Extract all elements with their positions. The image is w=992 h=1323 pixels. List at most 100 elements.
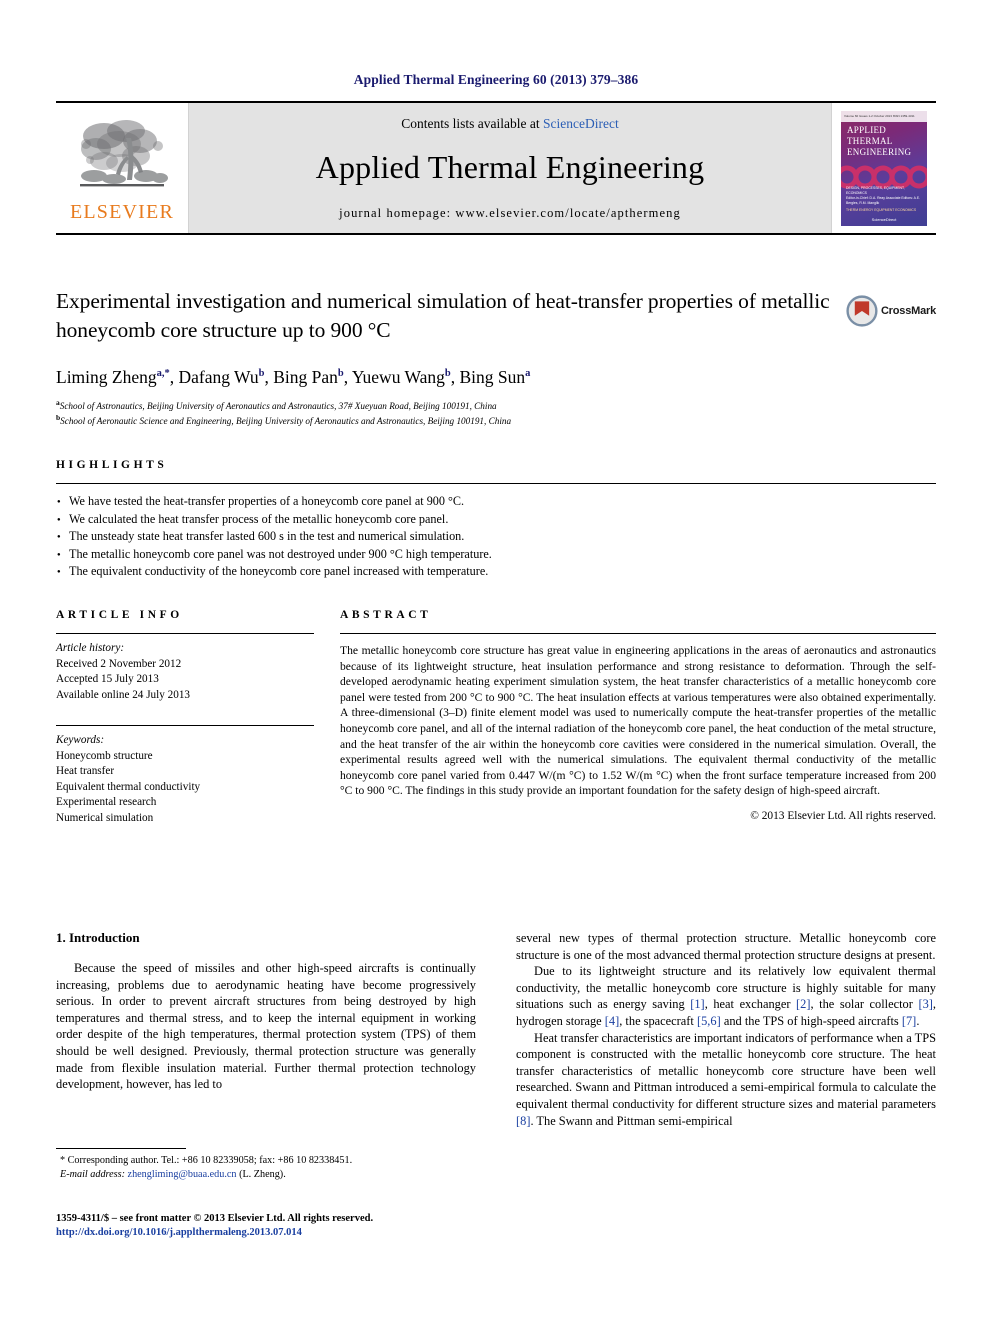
paragraph-text: , the spacecraft [619,1013,697,1028]
email-owner: (L. Zheng). [239,1169,286,1180]
body-left-column: 1. Introduction Because the speed of mis… [56,930,476,1129]
page-title: Experimental investigation and numerical… [56,289,830,342]
doi-link[interactable]: http://dx.doi.org/10.1016/j.applthermale… [56,1226,656,1240]
affiliation-b: bSchool of Aeronautic Science and Engine… [56,412,936,428]
contents-available-line: Contents lists available at ScienceDirec… [401,116,618,132]
cover-title-line3: ENGINEERING [847,146,912,157]
email-link[interactable]: zhengliming@buaa.edu.cn [128,1169,237,1180]
list-item: The unsteady state heat transfer lasted … [56,528,936,547]
journal-title: Applied Thermal Engineering [315,148,705,185]
paragraph-text: . [916,1013,920,1028]
imprint-block: 1359-4311/$ – see front matter © 2013 El… [56,1212,656,1240]
issn-front-matter: 1359-4311/$ – see front matter © 2013 El… [56,1213,374,1224]
cover-title-line1: APPLIED [847,124,887,135]
history-received: Received 2 November 2012 [56,657,182,670]
keyword-item: Heat transfer [56,765,115,777]
paragraph: Due to its lightweight structure and its… [516,963,936,1029]
cover-foot-line1: DESIGN, PROCESSES, EQUIPMENT, ECONOMICS [846,185,905,195]
masthead-center: Contents lists available at ScienceDirec… [188,103,832,233]
cover-footer: DESIGN, PROCESSES, EQUIPMENT, ECONOMICS … [846,186,922,222]
author-affil-marker: a [525,368,531,379]
highlights-section: HIGHLIGHTS We have tested the heat-trans… [56,459,936,582]
paragraph-text: , heat exchanger [704,997,797,1012]
paragraph-text: . The Swann and Pittman semi-empirical [530,1113,733,1128]
author-item: Liming Zhenga,* [56,367,170,387]
corresponding-author-note: * Corresponding author. Tel.: +86 10 823… [60,1155,353,1166]
citation-ref[interactable]: [2] [796,997,810,1011]
article-page: Applied Thermal Engineering 60 (2013) 37… [0,0,992,1323]
contents-prefix: Contents lists available at [401,115,543,131]
sciencedirect-link[interactable]: ScienceDirect [543,116,619,131]
paragraph-text: Heat transfer characteristics are import… [516,1030,936,1111]
keywords-divider [56,725,314,726]
author-affil-marker: b [337,368,344,379]
article-info-divider [56,633,314,634]
highlights-list: We have tested the heat-transfer propert… [56,493,936,582]
running-head: Applied Thermal Engineering 60 (2013) 37… [353,72,639,87]
highlights-divider [56,483,936,484]
citation-ref[interactable]: [3] [918,997,932,1011]
author-affil-marker: b [258,368,265,379]
author-item: Bing Panb [273,367,344,387]
cover-top-bar: Volume 60 Issues 1-2 October 2013 ISSN 1… [841,110,927,122]
author-item: Dafang Wub [178,367,264,387]
keyword-item: Numerical simulation [56,811,154,824]
author-item: Bing Suna [459,367,530,387]
citation-ref[interactable]: [5,6] [697,1014,721,1028]
keyword-item: Honeycomb structure [56,749,153,762]
article-info-column: ARTICLE INFO Article history: Received 2… [56,609,314,826]
affiliation-a: aSchool of Astronautics, Beijing Univers… [56,397,936,413]
body-right-column: several new types of thermal protection … [516,930,936,1129]
abstract-divider [340,633,936,634]
crossmark-label: CrossMark [880,305,936,317]
cover-volume-text: Volume 60 Issues 1-2 October 2013 ISSN 1… [844,113,915,118]
elsevier-tree-icon [80,120,168,187]
citation-ref[interactable]: [7] [902,1014,916,1028]
highlights-label: HIGHLIGHTS [56,459,168,471]
email-label: E-mail address: [60,1169,125,1180]
citation-ref[interactable]: [4] [605,1014,619,1028]
cover-title: APPLIED THERMAL ENGINEERING [847,125,923,158]
cover-image: Volume 60 Issues 1-2 October 2013 ISSN 1… [841,110,927,226]
affiliation-text: School of Aeronautic Science and Enginee… [60,416,512,427]
citation-ref[interactable]: [8] [516,1114,530,1128]
keyword-item: Experimental research [56,796,157,808]
article-info-label: ARTICLE INFO [56,609,183,621]
abstract-column: ABSTRACT The metallic honeycomb core str… [340,609,936,826]
abstract-text: The metallic honeycomb core structure ha… [340,644,936,798]
crossmark-icon [846,295,878,327]
list-item: The metallic honeycomb core panel was no… [56,546,936,565]
cover-foot-line2: Editor-in-Chief: D.A. Reay Associate Edi… [846,195,921,205]
author-affil-marker: b [444,368,451,379]
journal-masthead: ELSEVIER Contents lists available at Sci… [56,101,936,235]
paragraph: Because the speed of missiles and other … [56,961,476,1092]
keywords-block: Keywords: Honeycomb structure Heat trans… [56,725,314,826]
cover-foot-line3: THERM ENERGY EQUIPMENT ECONOMICS [846,207,917,212]
keyword-item: Equivalent thermal conductivity [56,780,201,793]
citation-ref[interactable]: [1] [690,997,704,1011]
article-history-title: Article history: [56,642,125,654]
list-item: We have tested the heat-transfer propert… [56,493,936,512]
paragraph: several new types of thermal protection … [516,931,936,962]
crossmark-badge[interactable]: CrossMark [846,289,936,333]
section-heading-introduction: 1. Introduction [56,930,140,945]
cover-foot-line5: ScienceDirect [871,216,897,222]
publisher-name: ELSEVIER [69,201,175,223]
history-available-online: Available online 24 July 2013 [56,688,191,701]
author-item: Yuewu Wangb [352,367,451,387]
footnote-divider [56,1148,186,1149]
list-item: We calculated the heat transfer process … [56,511,936,530]
journal-homepage-link[interactable]: journal homepage: www.elsevier.com/locat… [339,206,681,221]
publisher-logo: ELSEVIER [56,103,188,233]
affiliation-text: School of Astronautics, Beijing Universi… [59,400,497,411]
email-note: E-mail address: zhengliming@buaa.edu.cn … [56,1168,476,1182]
keywords-title: Keywords: [56,734,105,746]
journal-cover-thumbnail: Volume 60 Issues 1-2 October 2013 ISSN 1… [832,103,936,233]
paragraph: Heat transfer characteristics are import… [516,1030,936,1130]
author-name: Yuewu Wang [351,366,445,387]
history-accepted: Accepted 15 July 2013 [56,673,159,685]
footnote-block: * Corresponding author. Tel.: +86 10 823… [56,1148,476,1182]
title-block: Experimental investigation and numerical… [56,287,936,428]
author-list: Liming Zhenga,*, Dafang Wub, Bing Panb, … [56,366,531,387]
paragraph-text: and the TPS of high-speed aircrafts [720,1013,902,1028]
